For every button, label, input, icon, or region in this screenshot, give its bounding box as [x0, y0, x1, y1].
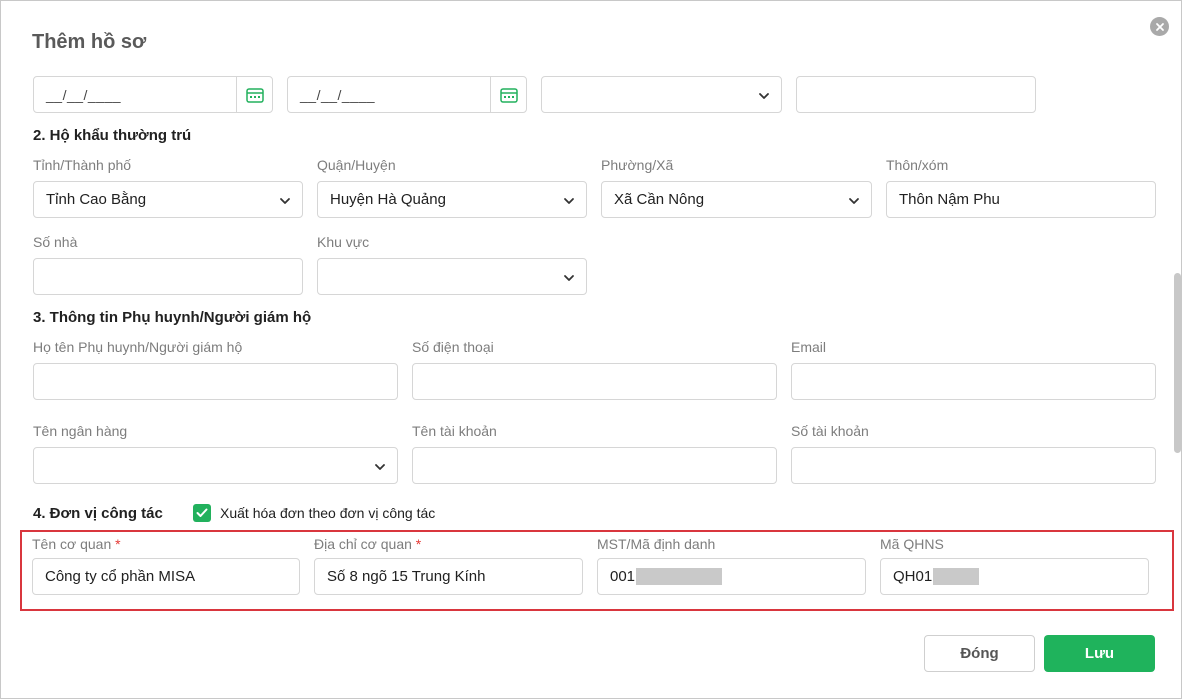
phone-label: Số điện thoại: [412, 339, 494, 355]
add-profile-dialog: Thêm hồ sơ __/__/____ __/__/____ 2. Hộ k…: [0, 0, 1182, 699]
hamlet-label: Thôn/xóm: [886, 157, 949, 173]
invoice-by-org-label[interactable]: Xuất hóa đơn theo đơn vị công tác: [220, 505, 435, 521]
district-label: Quận/Huyện: [317, 157, 396, 173]
date-input-2-value: __/__/____: [300, 86, 376, 103]
tax-code-value: 001: [610, 568, 636, 585]
house-number-input[interactable]: [33, 258, 303, 295]
budget-code-value: QH01: [893, 568, 933, 585]
dialog-title: Thêm hồ sơ: [32, 31, 147, 53]
section-3-title: 3. Thông tin Phụ huynh/Người giám hộ: [33, 309, 312, 326]
close-button[interactable]: Đóng: [924, 635, 1035, 672]
email-input[interactable]: [791, 363, 1156, 400]
province-label: Tỉnh/Thành phố: [33, 157, 132, 173]
section-2-title: 2. Hộ khẩu thường trú: [33, 127, 192, 144]
org-address-label-text: Địa chỉ cơ quan: [314, 536, 412, 552]
district-select[interactable]: Huyện Hà Quảng: [317, 181, 587, 218]
redacted-block: [933, 568, 980, 585]
chevron-down-icon: [280, 198, 290, 204]
area-select[interactable]: [317, 258, 587, 295]
invoice-by-org-checkbox[interactable]: [193, 504, 211, 522]
budget-code-input[interactable]: QH01: [880, 558, 1149, 595]
account-number-input[interactable]: [791, 447, 1156, 484]
ward-select[interactable]: Xã Cần Nông: [601, 181, 872, 218]
account-name-label: Tên tài khoản: [412, 423, 497, 439]
row0-select[interactable]: [541, 76, 782, 113]
bank-name-label: Tên ngân hàng: [33, 423, 128, 439]
area-label: Khu vực: [317, 234, 370, 250]
house-number-label: Số nhà: [33, 234, 78, 250]
account-name-input[interactable]: [412, 447, 777, 484]
budget-code-label: Mã QHNS: [880, 536, 944, 552]
province-select[interactable]: Tỉnh Cao Bằng: [33, 181, 303, 218]
hamlet-value: Thôn Nậm Phu: [899, 191, 1000, 208]
email-label: Email: [791, 339, 827, 355]
org-name-input[interactable]: Công ty cổ phần MISA: [32, 558, 300, 595]
ward-label: Phường/Xã: [601, 157, 674, 173]
account-number-label: Số tài khoản: [791, 423, 869, 439]
org-name-label-text: Tên cơ quan: [32, 536, 112, 552]
required-mark: *: [415, 536, 422, 552]
close-icon[interactable]: [1150, 17, 1169, 36]
calendar-icon[interactable]: [236, 77, 272, 112]
calendar-icon[interactable]: [490, 77, 526, 112]
redacted-block: [636, 568, 723, 585]
chevron-down-icon: [564, 275, 574, 281]
date-input-1[interactable]: __/__/____: [33, 76, 273, 113]
org-address-label: Địa chỉ cơ quan *: [314, 536, 421, 552]
scrollbar-thumb[interactable]: [1174, 273, 1181, 453]
chevron-down-icon: [375, 464, 385, 470]
row0-text-input[interactable]: [796, 76, 1036, 113]
check-icon: [196, 508, 208, 517]
org-name-value: Công ty cổ phần MISA: [45, 568, 196, 585]
date-input-1-value: __/__/____: [46, 86, 122, 103]
ward-value: Xã Cần Nông: [614, 191, 705, 208]
bank-name-select[interactable]: [33, 447, 398, 484]
org-address-input[interactable]: Số 8 ngõ 15 Trung Kính: [314, 558, 583, 595]
required-mark: *: [115, 536, 121, 552]
date-input-2[interactable]: __/__/____: [287, 76, 527, 113]
chevron-down-icon: [759, 93, 769, 99]
province-value: Tỉnh Cao Bằng: [46, 191, 147, 208]
chevron-down-icon: [849, 198, 859, 204]
chevron-down-icon: [564, 198, 574, 204]
district-value: Huyện Hà Quảng: [330, 191, 446, 208]
tax-code-label: MST/Mã định danh: [597, 536, 716, 552]
org-address-value: Số 8 ngõ 15 Trung Kính: [327, 568, 486, 585]
save-button[interactable]: Lưu: [1044, 635, 1155, 672]
guardian-name-input[interactable]: [33, 363, 398, 400]
guardian-name-label: Họ tên Phụ huynh/Người giám hộ: [33, 339, 243, 355]
org-name-label: Tên cơ quan *: [32, 536, 121, 552]
phone-input[interactable]: [412, 363, 777, 400]
tax-code-input[interactable]: 001: [597, 558, 866, 595]
section-4-title: 4. Đơn vị công tác: [33, 505, 163, 522]
hamlet-input[interactable]: Thôn Nậm Phu: [886, 181, 1156, 218]
